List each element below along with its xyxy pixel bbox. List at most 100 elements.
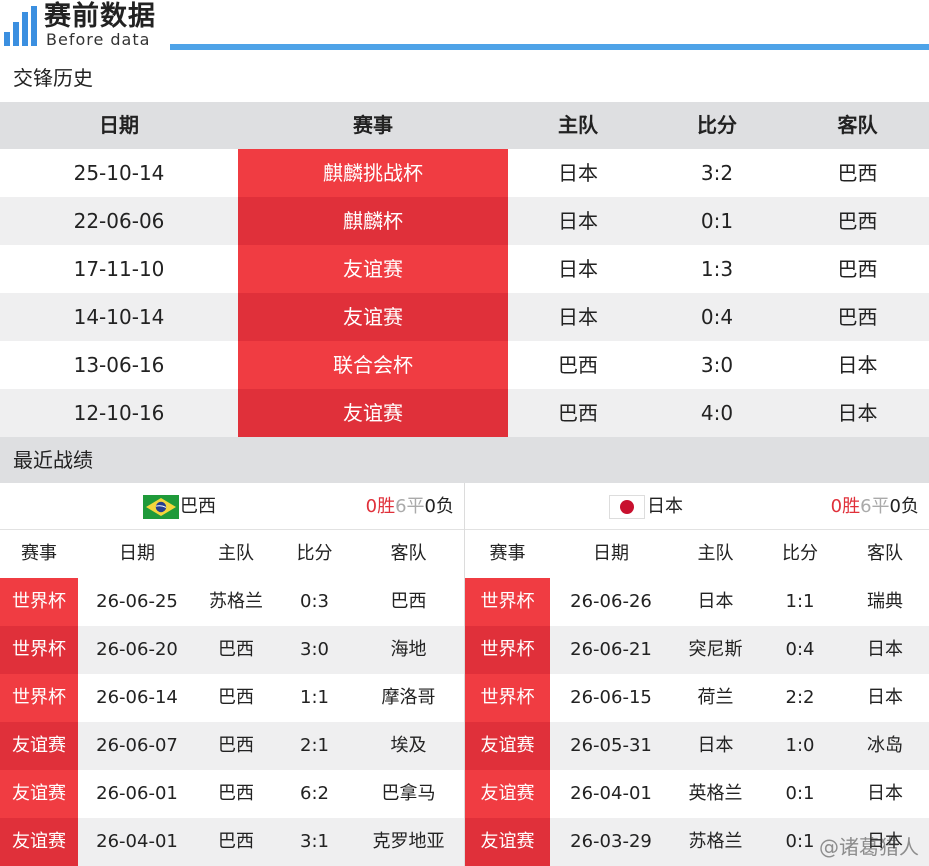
cell-date: 26-04-01 (96, 831, 178, 852)
cell-score: 4:0 (700, 401, 734, 425)
cell-competition: 世界杯 (465, 578, 550, 626)
column-header-competition: 赛事 (353, 113, 393, 137)
h2h-table-body: 25-10-14 麒麟挑战杯 日本 3:2 巴西 22-06-06 麒麟杯 日本 0:1 巴西 17… (0, 149, 929, 437)
cell-competition: 世界杯 (0, 674, 78, 722)
header-divider (170, 44, 929, 50)
column-header-competition: 赛事 (0, 530, 78, 578)
team-name: 巴西 (180, 496, 216, 517)
table-row: 世界杯 26-06-26 日本 1:1 瑞典 (465, 578, 929, 626)
table-row: 世界杯 26-06-15 荷兰 2:2 日本 (465, 674, 929, 722)
cell-date: 26-06-14 (96, 687, 178, 708)
table-row: 14-10-14 友谊赛 日本 0:4 巴西 (0, 293, 929, 341)
cell-score: 3:0 (300, 639, 329, 660)
recent-table-body: 世界杯 26-06-26 日本 1:1 瑞典 世界杯 26-06-21 突尼斯 0:4 日本 世界杯… (465, 578, 929, 866)
table-row: 17-11-10 友谊赛 日本 1:3 巴西 (0, 245, 929, 293)
column-header-date: 日期 (99, 113, 139, 137)
recent-table-header: 赛事 日期 主队 比分 客队 (0, 530, 464, 578)
cell-home-team: 英格兰 (688, 783, 743, 804)
cell-score: 1:1 (785, 591, 815, 612)
cell-date: 26-03-29 (570, 831, 652, 852)
cell-competition: 世界杯 (465, 626, 550, 674)
table-row: 12-10-16 友谊赛 巴西 4:0 日本 (0, 389, 929, 437)
cell-score: 0:4 (785, 639, 815, 660)
record-draws: 6平 (395, 496, 425, 517)
cell-date: 26-06-01 (96, 783, 178, 804)
cell-home-team: 巴西 (558, 401, 598, 425)
team-record: 0胜6平0负 (831, 483, 919, 530)
cell-competition: 友谊赛 (238, 245, 508, 293)
record-draws: 6平 (860, 496, 890, 517)
cell-home-team: 日本 (558, 209, 598, 233)
cell-away-team: 瑞典 (867, 591, 903, 612)
table-row: 友谊赛 26-04-01 巴西 3:1 克罗地亚 (0, 818, 464, 866)
cell-competition: 友谊赛 (465, 770, 550, 818)
cell-date: 26-06-20 (96, 639, 178, 660)
cell-competition: 麒麟杯 (238, 197, 508, 245)
record-wins: 0胜 (365, 496, 396, 517)
cell-home-team: 巴西 (218, 735, 254, 756)
cell-away-team: 日本 (837, 401, 878, 425)
cell-date: 26-04-01 (570, 783, 652, 804)
cell-score: 2:2 (785, 687, 815, 708)
brazil-flag-icon (143, 495, 179, 519)
cell-competition: 联合会杯 (238, 341, 508, 389)
table-row: 世界杯 26-06-20 巴西 3:0 海地 (0, 626, 464, 674)
table-row: 世界杯 26-06-21 突尼斯 0:4 日本 (465, 626, 929, 674)
table-row: 友谊赛 26-06-07 巴西 2:1 埃及 (0, 722, 464, 770)
cell-score: 0:1 (785, 783, 815, 804)
brand-logo: 赛前数据 Before data (0, 0, 175, 52)
record-wins: 0胜 (830, 496, 861, 517)
recent-table-header: 赛事 日期 主队 比分 客队 (465, 530, 929, 578)
column-header-score: 比分 (782, 543, 818, 564)
cell-score: 6:2 (300, 783, 329, 804)
cell-home-team: 巴西 (218, 831, 254, 852)
cell-away-team: 埃及 (390, 735, 427, 756)
cell-home-team: 日本 (558, 257, 598, 281)
cell-away-team: 日本 (867, 687, 903, 708)
column-header-home: 主队 (218, 543, 254, 564)
team-record: 0胜6平0负 (366, 483, 454, 530)
cell-home-team: 巴西 (558, 353, 598, 377)
cell-competition: 世界杯 (0, 578, 78, 626)
column-header-home: 主队 (697, 543, 734, 564)
cell-date: 26-06-25 (96, 591, 178, 612)
column-header-date: 日期 (119, 543, 155, 564)
column-header-away: 客队 (390, 543, 427, 564)
japan-flag-icon (609, 495, 645, 519)
cell-date: 14-10-14 (73, 305, 165, 329)
bar-chart-icon (4, 6, 38, 46)
recent-table-body: 世界杯 26-06-25 苏格兰 0:3 巴西 世界杯 26-06-20 巴西 3:0 海地 世界杯… (0, 578, 464, 866)
cell-date: 13-06-16 (73, 353, 165, 377)
team-name: 日本 (647, 496, 683, 517)
table-row: 世界杯 26-06-25 苏格兰 0:3 巴西 (0, 578, 464, 626)
table-row: 友谊赛 26-04-01 英格兰 0:1 日本 (465, 770, 929, 818)
h2h-table-header: 日期 赛事 主队 比分 客队 (0, 102, 929, 149)
column-header-score: 比分 (296, 543, 333, 564)
table-row: 22-06-06 麒麟杯 日本 0:1 巴西 (0, 197, 929, 245)
cell-away-team: 海地 (390, 639, 427, 660)
cell-competition: 友谊赛 (0, 818, 78, 866)
cell-away-team: 日本 (867, 639, 903, 660)
logo-subtitle: Before data (46, 30, 151, 49)
cell-away-team: 日本 (867, 783, 903, 804)
cell-away-team: 巴拿马 (381, 783, 436, 804)
watermark: @诸葛猎人 (819, 835, 919, 859)
h2h-section-title: 交锋历史 (0, 52, 929, 104)
column-header-home: 主队 (558, 113, 598, 137)
cell-date: 22-06-06 (73, 209, 165, 233)
cell-score: 1:0 (785, 735, 815, 756)
cell-score: 0:3 (300, 591, 329, 612)
cell-away-team: 巴西 (837, 161, 878, 185)
cell-competition: 友谊赛 (465, 818, 550, 866)
cell-score: 1:3 (700, 257, 734, 281)
cell-competition: 友谊赛 (238, 389, 508, 437)
team-bar-brazil: 巴西 0胜6平0负 (0, 483, 464, 530)
record-losses: 0负 (424, 496, 454, 517)
column-header-away: 客队 (867, 543, 903, 564)
cell-score: 2:1 (300, 735, 329, 756)
cell-date: 25-10-14 (73, 161, 165, 185)
recent-section-title: 最近战绩 (0, 437, 929, 483)
cell-score: 3:2 (700, 161, 734, 185)
cell-date: 26-06-26 (570, 591, 652, 612)
cell-score: 0:1 (700, 209, 734, 233)
